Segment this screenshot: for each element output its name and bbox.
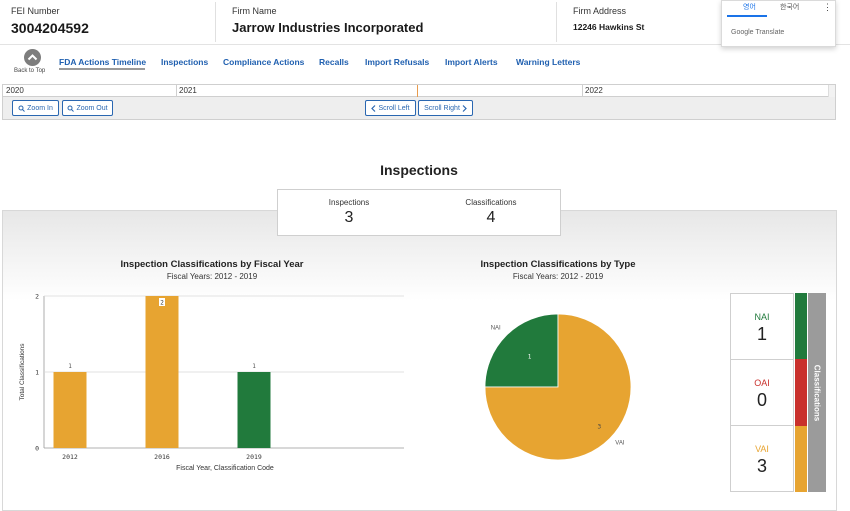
bar-chart-subtitle: Fiscal Years: 2012 - 2019 <box>166 272 258 281</box>
timeline-tick <box>582 85 583 97</box>
zoom-in-button[interactable]: Zoom In <box>12 100 59 116</box>
more-options-icon[interactable]: ⋮ <box>823 2 832 13</box>
inspections-count-stat: Inspections 3 <box>278 190 420 237</box>
classification-cards: NAI 1 OAI 0 VAI 3 <box>730 293 794 492</box>
pie-slice-label: VAI <box>615 440 625 446</box>
zoom-out-label: Zoom Out <box>76 104 108 112</box>
scroll-left-label: Scroll Left <box>378 104 410 112</box>
timeline-scrollbar[interactable] <box>828 85 835 97</box>
translate-tab-underline <box>727 15 767 17</box>
fei-number-label: FEI Number <box>11 6 60 16</box>
vai-card[interactable]: VAI 3 <box>731 426 793 492</box>
vai-card-label: VAI <box>755 444 769 454</box>
nav-warning-letters[interactable]: Warning Letters <box>516 57 580 67</box>
classifications-count-label: Classifications <box>465 198 517 207</box>
fei-number-cell: FEI Number 3004204592 <box>11 0 211 45</box>
zoom-out-button[interactable]: Zoom Out <box>62 100 113 116</box>
inspections-count-value: 3 <box>344 209 354 226</box>
bar-2012-vai[interactable] <box>53 372 87 448</box>
timeline-year: 2022 <box>585 86 603 95</box>
timeline-year: 2020 <box>6 86 24 95</box>
bar-chart-y-tick-label: 0 <box>35 445 39 453</box>
inspections-count-label: Inspections <box>328 198 370 207</box>
firm-name-label: Firm Name <box>232 6 277 16</box>
nai-card-label: NAI <box>754 312 770 322</box>
pie-data-label: 1 <box>528 354 532 361</box>
nai-card-value: 1 <box>756 324 767 344</box>
scroll-right-label: Scroll Right <box>424 104 460 112</box>
pie-chart-title: Inspection Classifications by Type <box>480 259 636 270</box>
timeline-year: 2021 <box>179 86 197 95</box>
timeline-axis[interactable]: 2020 2021 2022 <box>3 85 829 97</box>
nav-import-refusals[interactable]: Import Refusals <box>365 57 429 67</box>
translate-tab-english[interactable]: 영어 <box>743 2 756 12</box>
bar-data-label: 1 <box>252 363 256 370</box>
inspection-summary-stats: Inspections 3 Classifications 4 <box>277 189 561 236</box>
classifications-by-type-chart: 1 NAI 3 VAI <box>484 313 632 461</box>
pie-chart-subtitle: Fiscal Years: 2012 - 2019 <box>512 272 604 281</box>
classifications-by-fiscal-year-chart: 0 1 2 1 2012 2 2016 1 2019 Total Classification… <box>19 293 404 472</box>
scroll-right-button[interactable]: Scroll Right <box>418 100 473 116</box>
nav-recalls[interactable]: Recalls <box>319 57 349 67</box>
fei-number-value: 3004204592 <box>11 20 89 36</box>
oai-color-segment <box>795 359 807 426</box>
bar-chart-y-tick-label: 1 <box>35 369 39 377</box>
oai-card[interactable]: OAI 0 <box>731 360 793 426</box>
timeline-current-marker <box>417 85 418 97</box>
classification-color-bar <box>795 293 807 492</box>
chevron-left-icon <box>371 104 376 112</box>
pie-data-label: 3 <box>597 423 601 430</box>
google-translate-widget: 영어 한국어 ⋮ Google Translate <box>721 0 836 47</box>
bar-chart-x-tick-label: 2012 <box>62 453 78 461</box>
firm-name-value: Jarrow Industries Incorporated <box>232 20 424 35</box>
bar-data-label: 1 <box>68 363 72 370</box>
google-translate-brand: Google Translate <box>731 29 785 36</box>
active-nav-underline <box>59 68 145 70</box>
zoom-in-label: Zoom In <box>27 104 53 112</box>
chevron-right-icon <box>462 104 467 112</box>
firm-address-cell: Firm Address 12246 Hawkins St <box>573 0 718 45</box>
translate-tab-korean[interactable]: 한국어 <box>780 2 799 12</box>
inspections-section-title: Inspections <box>380 162 458 178</box>
bar-data-label: 2 <box>160 300 164 307</box>
timeline-tick <box>176 85 177 97</box>
header-divider <box>215 2 216 42</box>
classifications-side-tab[interactable]: Classifications <box>808 293 826 492</box>
nav-compliance-actions[interactable]: Compliance Actions <box>223 57 304 67</box>
bar-chart-x-axis-label: Fiscal Year, Classification Code <box>176 465 274 472</box>
firm-name-cell: Firm Name Jarrow Industries Incorporated <box>232 0 552 45</box>
bar-chart-y-axis-label: Total Classifications <box>19 343 26 401</box>
nav-import-alerts[interactable]: Import Alerts <box>445 57 498 67</box>
magnifier-icon <box>18 105 26 112</box>
firm-address-label: Firm Address <box>573 6 627 16</box>
pie-slice-label: NAI <box>491 326 501 332</box>
bar-chart-y-tick-label: 2 <box>35 293 39 301</box>
bar-chart-x-tick-label: 2019 <box>246 453 262 461</box>
nai-card[interactable]: NAI 1 <box>731 294 793 360</box>
oai-card-label: OAI <box>754 378 770 388</box>
bar-2016-vai[interactable] <box>145 296 179 448</box>
back-to-top-label[interactable]: Back to Top <box>14 68 45 74</box>
nav-inspections[interactable]: Inspections <box>161 57 208 67</box>
chevron-up-icon <box>27 54 38 61</box>
fda-actions-timeline: 2020 2021 2022 Zoom In Zoom Out Scroll L… <box>2 84 836 120</box>
classifications-side-label: Classifications <box>812 364 822 421</box>
header-divider <box>556 2 557 42</box>
bar-2019-nai[interactable] <box>237 372 271 448</box>
nav-fda-actions-timeline[interactable]: FDA Actions Timeline <box>59 57 146 67</box>
back-to-top-button[interactable] <box>24 49 41 66</box>
bar-chart-title: Inspection Classifications by Fiscal Yea… <box>120 259 304 270</box>
vai-card-value: 3 <box>756 456 767 476</box>
section-nav: Back to Top FDA Actions Timeline Inspect… <box>0 46 850 82</box>
classifications-count-value: 4 <box>486 209 496 226</box>
vai-color-segment <box>795 426 807 492</box>
magnifier-icon <box>67 105 75 112</box>
translate-tabs: 영어 한국어 <box>722 1 822 17</box>
nai-color-segment <box>795 293 807 359</box>
scroll-left-button[interactable]: Scroll Left <box>365 100 416 116</box>
oai-card-value: 0 <box>756 390 767 410</box>
classifications-count-stat: Classifications 4 <box>420 190 562 237</box>
firm-address-value: 12246 Hawkins St <box>573 22 645 32</box>
bar-chart-x-tick-label: 2016 <box>154 453 170 461</box>
